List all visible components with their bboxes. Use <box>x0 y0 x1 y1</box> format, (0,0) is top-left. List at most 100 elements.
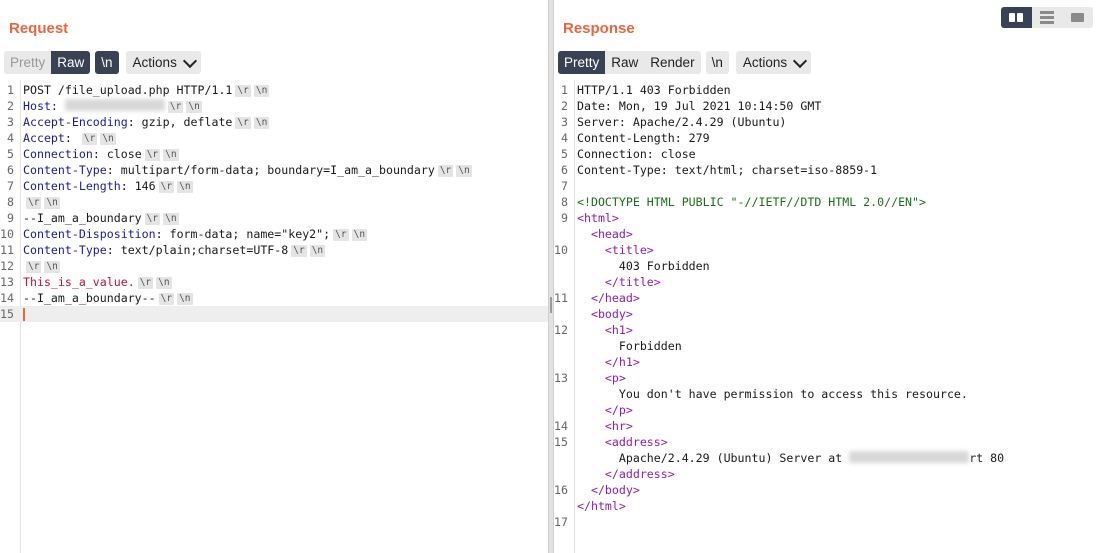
request-line[interactable]: 12 \r \n <box>0 258 548 274</box>
response-line[interactable]: 1 HTTP/1.1 403 Forbidden <box>554 82 1104 98</box>
line-number: 1 <box>561 83 568 97</box>
code-token: </head> <box>590 291 640 305</box>
request-line[interactable]: 5 Connection: close \r \n <box>0 146 548 162</box>
request-raw-button[interactable]: Raw <box>51 51 91 74</box>
line-code: Content-Length: 279 <box>577 130 710 146</box>
response-line[interactable]: <body> <box>554 306 1104 322</box>
request-line[interactable]: 2 Host: \r \n <box>0 98 548 114</box>
response-line[interactable]: 403 Forbidden <box>554 258 1104 274</box>
crlf-marker: \r <box>81 133 98 145</box>
request-line[interactable]: 6 Content-Type: multipart/form-data; boun… <box>0 162 548 178</box>
code-token: </title> <box>604 275 661 289</box>
response-newline-toggle[interactable]: \n <box>705 51 729 74</box>
request-line[interactable]: 13 This_is_a_value. \r \n <box>0 274 548 290</box>
response-line[interactable]: 13 <p> <box>554 370 1104 386</box>
request-line[interactable]: 3 Accept-Encoding: gzip, deflate \r \n <box>0 114 548 130</box>
line-code: 403 Forbidden <box>577 258 710 274</box>
code-token: Content-Type <box>23 243 107 257</box>
request-line[interactable]: 14 --I_am_a_boundary-- \r \n <box>0 290 548 306</box>
line-number: 10 <box>554 243 568 257</box>
request-pretty-button[interactable]: Pretty <box>4 51 51 74</box>
response-lines: 1 HTTP/1.1 403 Forbidden 2 Date: Mon, 19 Ju… <box>554 82 1104 530</box>
line-number: 1 <box>7 83 14 97</box>
code-token: <hr> <box>604 419 633 433</box>
response-line[interactable]: 14 <hr> <box>554 418 1104 434</box>
response-line[interactable]: 17 <box>554 514 1104 530</box>
response-line[interactable]: 6 Content-Type: text/html; charset=iso-88… <box>554 162 1104 178</box>
line-number: 16 <box>554 483 568 497</box>
response-line[interactable]: 12 <h1> <box>554 322 1104 338</box>
response-line[interactable]: 2 Date: Mon, 19 Jul 2021 10:14:50 GMT <box>554 98 1104 114</box>
code-token: <p> <box>604 371 626 385</box>
response-actions-button[interactable]: Actions <box>735 51 812 74</box>
line-number: 2 <box>561 99 568 113</box>
response-line[interactable]: 8 <!DOCTYPE HTML PUBLIC "-//IETF//DTD HTM… <box>554 194 1104 210</box>
line-number: 14 <box>0 291 14 305</box>
line-code: --I_am_a_boundary-- \r \n <box>23 290 193 306</box>
request-line[interactable]: 11 Content-Type: text/plain;charset=UTF-8… <box>0 242 548 258</box>
response-line[interactable]: 9 <html> <box>554 210 1104 226</box>
crlf-marker: \n <box>186 101 202 113</box>
response-render-button[interactable]: Render <box>644 51 700 74</box>
response-raw-button[interactable]: Raw <box>605 51 644 74</box>
line-code: Forbidden <box>577 338 682 354</box>
response-line[interactable]: 11 </head> <box>554 290 1104 306</box>
crlf-marker: \n <box>253 85 270 97</box>
code-token: Content-Disposition <box>23 227 156 241</box>
request-line[interactable]: 8 \r \n <box>0 194 548 210</box>
request-line[interactable]: 10 Content-Disposition: form-data; name="… <box>0 226 548 242</box>
response-line[interactable]: </p> <box>554 402 1104 418</box>
response-line[interactable]: Apache/2.4.29 (Ubuntu) Server at rt 80 <box>554 450 1104 466</box>
response-editor[interactable]: 1 HTTP/1.1 403 Forbidden 2 Date: Mon, 19 Ju… <box>554 80 1104 553</box>
line-code: You don't have permission to access this… <box>577 386 968 402</box>
response-line[interactable]: 15 <address> <box>554 434 1104 450</box>
line-code: Content-Disposition: form-data; name="ke… <box>23 226 368 242</box>
request-actions-button[interactable]: Actions <box>125 51 201 74</box>
response-line[interactable]: </address> <box>554 466 1104 482</box>
code-token: Connection: close <box>577 147 696 161</box>
code-token: Host: <box>23 99 65 113</box>
layout-split-horizontal-button[interactable] <box>1032 7 1063 28</box>
code-token: </body> <box>590 483 640 497</box>
layout-single-button[interactable] <box>1062 7 1093 28</box>
response-view-toggle: Pretty Raw Render <box>558 51 701 74</box>
single-pane-icon <box>1071 13 1085 22</box>
response-line[interactable]: 10 <title> <box>554 242 1104 258</box>
request-line[interactable]: 7 Content-Length: 146 \r \n <box>0 178 548 194</box>
crlf-marker: \n <box>309 245 326 257</box>
request-editor[interactable]: 1 POST /file_upload.php HTTP/1.1 \r \n 2 Host… <box>0 80 548 553</box>
request-line[interactable]: 9 --I_am_a_boundary \r \n <box>0 210 548 226</box>
response-line[interactable]: </html> <box>554 498 1104 514</box>
response-line[interactable]: Forbidden <box>554 338 1104 354</box>
response-pretty-button[interactable]: Pretty <box>558 51 606 74</box>
response-line[interactable]: </title> <box>554 274 1104 290</box>
splitter-grip-icon[interactable] <box>550 297 552 313</box>
line-code: \r \n <box>23 258 60 274</box>
request-line[interactable]: 1 POST /file_upload.php HTTP/1.1 \r \n <box>0 82 548 98</box>
layout-split-vertical-button[interactable] <box>1001 7 1032 28</box>
response-line[interactable]: 16 </body> <box>554 482 1104 498</box>
code-token: : text/plain;charset=UTF-8 <box>106 243 289 257</box>
response-pane: Response Pretty Raw Render \n Actions 1H… <box>554 0 1104 553</box>
response-line[interactable]: You don't have permission to access this… <box>554 386 1104 402</box>
request-line[interactable]: 4 Accept: \r \n <box>0 130 548 146</box>
response-line[interactable]: 7 <box>554 178 1104 194</box>
response-line[interactable]: 5 Connection: close <box>554 146 1104 162</box>
response-line[interactable]: <head> <box>554 226 1104 242</box>
line-code: <head> <box>577 226 633 242</box>
line-code: Accept-Encoding: gzip, deflate \r \n <box>23 114 270 130</box>
response-line[interactable]: </h1> <box>554 354 1104 370</box>
request-line[interactable]: 15 <box>0 306 548 322</box>
request-newline-toggle[interactable]: \n <box>95 51 119 74</box>
response-line[interactable]: 3 Server: Apache/2.4.29 (Ubuntu) <box>554 114 1104 130</box>
response-line[interactable]: 4 Content-Length: 279 <box>554 130 1104 146</box>
line-code: Content-Type: text/plain;charset=UTF-8 \r… <box>23 242 326 258</box>
